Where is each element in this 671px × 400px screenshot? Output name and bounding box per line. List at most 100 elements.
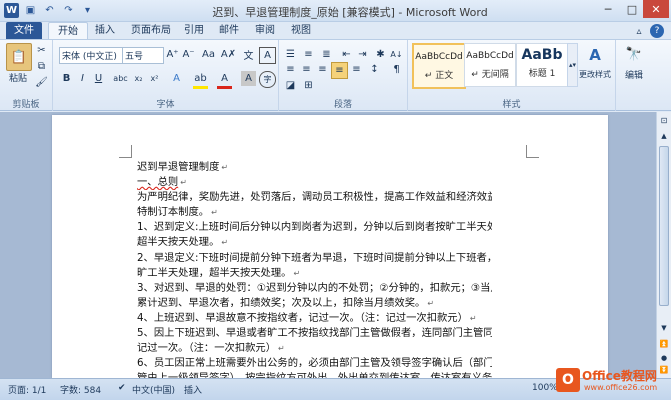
browse-object-icon[interactable]: ● — [658, 352, 670, 364]
crop-mark-top-left — [119, 145, 132, 158]
bold-icon[interactable]: B — [59, 71, 74, 86]
word-count[interactable]: 字数: 584 — [60, 383, 101, 396]
office-logo-icon: O — [556, 368, 580, 392]
shading-icon[interactable]: ◪ — [283, 78, 298, 93]
styles-scroll-icon[interactable]: ▴▾ — [567, 43, 578, 87]
align-right-icon[interactable]: ≡ — [315, 62, 330, 77]
doc-line-text: 4、上班迟到、早退故意不按指纹者，记过一次。（注：记过一次扣款元） — [137, 311, 468, 324]
tab-review[interactable]: 审阅 — [246, 22, 284, 39]
character-shading-icon[interactable]: A — [241, 71, 256, 86]
cut-icon[interactable]: ✂ — [34, 43, 49, 58]
align-left-icon[interactable]: ≡ — [283, 62, 298, 77]
increase-indent-icon[interactable]: ⇥ — [355, 47, 370, 62]
doc-line-text: 1、迟到定义:上班时间后分钟以内到岗者为迟到，分钟以后到岗者按旷工半天处理， — [137, 221, 492, 234]
line-spacing-icon[interactable]: ↕ — [367, 62, 382, 77]
tab-home[interactable]: 开始 — [48, 22, 88, 40]
redo-icon[interactable]: ↷ — [61, 3, 76, 18]
font-size-select[interactable]: 五号 — [122, 47, 164, 64]
doc-line: 5、因上下班迟到、早退或者旷工不按指纹找部门主管做假者，连同部门主管同时 — [137, 326, 492, 341]
style-no-spacing-name: ↵ 无间隔 — [471, 70, 509, 80]
character-border-icon[interactable]: A — [259, 47, 276, 64]
customize-qat-icon[interactable]: ▾ — [80, 3, 95, 18]
word-logo-icon[interactable]: W — [4, 3, 19, 18]
doc-line-text: 为严明纪律，奖励先进，处罚落后，调动员工积极性，提高工作效益和经济效益， — [137, 191, 492, 204]
chinese-layout-icon[interactable]: ✱ — [373, 47, 388, 62]
doc-line: 6、员工因正常上班需要外出公务的，必须由部门主管及领导签字确认后（部门主 — [137, 356, 492, 371]
change-styles-button[interactable]: 更改样式 — [578, 68, 612, 80]
italic-icon[interactable]: I — [75, 71, 90, 86]
paragraph-mark: ↵ — [469, 313, 477, 323]
bullets-icon[interactable]: ☰ — [283, 47, 298, 62]
scroll-down-icon[interactable]: ▼ — [658, 322, 670, 334]
paste-icon[interactable]: 📋 — [6, 43, 32, 71]
tab-page-layout[interactable]: 页面布局 — [122, 22, 180, 39]
insert-mode[interactable]: 插入 — [184, 383, 202, 396]
undo-icon[interactable]: ↶ — [42, 3, 57, 18]
doc-line: 迟到早退管理制度 ↵ — [137, 160, 492, 175]
decrease-indent-icon[interactable]: ⇤ — [339, 47, 354, 62]
enclose-characters-icon[interactable]: 字 — [259, 71, 276, 88]
doc-line-text: 特制订本制度。 — [137, 206, 210, 219]
subscript-icon[interactable]: x₂ — [131, 71, 146, 86]
highlight-icon[interactable]: ab — [193, 71, 208, 89]
format-painter-icon[interactable]: 🖌 — [34, 75, 49, 90]
doc-line-text: 迟到早退管理制度 — [137, 161, 220, 173]
doc-line: 超半天按天处理。 ↵ — [137, 235, 492, 250]
find-icon[interactable]: 🔭 — [624, 44, 644, 64]
group-font: 宋体 (中文正) 五号 A⁺ A⁻ Aa A✗ 文 A B I U abc x₂… — [53, 40, 279, 111]
maximize-button[interactable]: □ — [619, 0, 645, 18]
change-styles-icon[interactable]: A — [582, 44, 608, 66]
paragraph-mark: ↵ — [427, 298, 435, 308]
document-body[interactable]: 迟到早退管理制度 ↵ 一、总则 ↵ 为严明纪律，奖励先进，处罚落后，调动员工积极性，… — [137, 160, 492, 386]
minimize-ribbon-icon[interactable]: ▵ — [632, 24, 646, 38]
tab-mailings[interactable]: 邮件 — [210, 22, 248, 39]
change-case-icon[interactable]: Aa — [201, 47, 216, 62]
borders-icon[interactable]: ⊞ — [301, 78, 316, 93]
show-marks-icon[interactable]: ¶ — [389, 62, 404, 77]
window-title: 迟到、早退管理制度_原始 [兼容模式] - Microsoft Word — [212, 6, 488, 19]
ruler-toggle-icon[interactable]: ⊡ — [658, 114, 670, 126]
style-heading1-name: 标题 1 — [528, 69, 556, 79]
shrink-font-icon[interactable]: A⁻ — [181, 47, 196, 62]
proofing-icon[interactable]: ✔ — [118, 383, 126, 393]
minimize-button[interactable]: ─ — [595, 0, 621, 18]
clear-formatting-icon[interactable]: A✗ — [221, 47, 236, 62]
superscript-icon[interactable]: x² — [147, 71, 162, 86]
style-no-spacing[interactable]: AaBbCcDd ↵ 无间隔 — [464, 43, 516, 87]
style-heading1[interactable]: AaBb 标题 1 — [516, 43, 568, 87]
phonetic-guide-icon[interactable]: 文 — [241, 47, 256, 62]
tab-references[interactable]: 引用 — [175, 22, 213, 39]
style-normal[interactable]: AaBbCcDd ↵ 正文 — [412, 43, 466, 89]
numbering-icon[interactable]: ≡ — [301, 47, 316, 62]
previous-page-icon[interactable]: ⏫ — [658, 338, 670, 350]
justify-icon[interactable]: ≡ — [331, 62, 348, 79]
distributed-icon[interactable]: ≡ — [349, 62, 364, 77]
text-effects-icon[interactable]: A — [169, 71, 184, 86]
save-icon[interactable]: ▣ — [23, 3, 38, 18]
page-count[interactable]: 页面: 1/1 — [8, 383, 46, 396]
multilevel-list-icon[interactable]: ≣ — [319, 47, 334, 62]
editing-button[interactable]: 编辑 — [618, 68, 650, 81]
strikethrough-icon[interactable]: abc — [113, 71, 128, 86]
tab-file[interactable]: 文件 — [6, 22, 42, 39]
font-name-select[interactable]: 宋体 (中文正) — [59, 47, 123, 64]
font-color-icon[interactable]: A — [217, 71, 232, 89]
vertical-scrollbar[interactable]: ⊡ ▲ ▼ ⏫ ● ⏬ — [656, 112, 671, 378]
copy-icon[interactable]: ⧉ — [34, 59, 49, 74]
scroll-up-icon[interactable]: ▲ — [658, 130, 670, 142]
underline-icon[interactable]: U — [91, 71, 106, 86]
language-indicator[interactable]: 中文(中国) — [132, 383, 175, 396]
sort-icon[interactable]: A↓ — [389, 47, 404, 62]
paragraph-mark: ↵ — [278, 344, 285, 354]
center-icon[interactable]: ≡ — [299, 62, 314, 77]
watermark: O Office教程网 www.office26.com — [552, 365, 671, 397]
tab-insert[interactable]: 插入 — [86, 22, 124, 39]
title-bar: W ▣ ↶ ↷ ▾ 迟到、早退管理制度_原始 [兼容模式] - Microsof… — [0, 0, 671, 22]
scroll-thumb[interactable] — [659, 146, 669, 306]
close-button[interactable]: ✕ — [643, 0, 669, 18]
paste-button[interactable]: 粘贴 — [4, 71, 32, 84]
grow-font-icon[interactable]: A⁺ — [165, 47, 180, 62]
ribbon: 📋 粘贴 ✂ ⧉ 🖌 剪贴板 宋体 (中文正) 五号 A⁺ A⁻ Aa A✗ 文… — [0, 39, 671, 111]
tab-view[interactable]: 视图 — [282, 22, 320, 39]
help-icon[interactable]: ? — [650, 24, 664, 38]
